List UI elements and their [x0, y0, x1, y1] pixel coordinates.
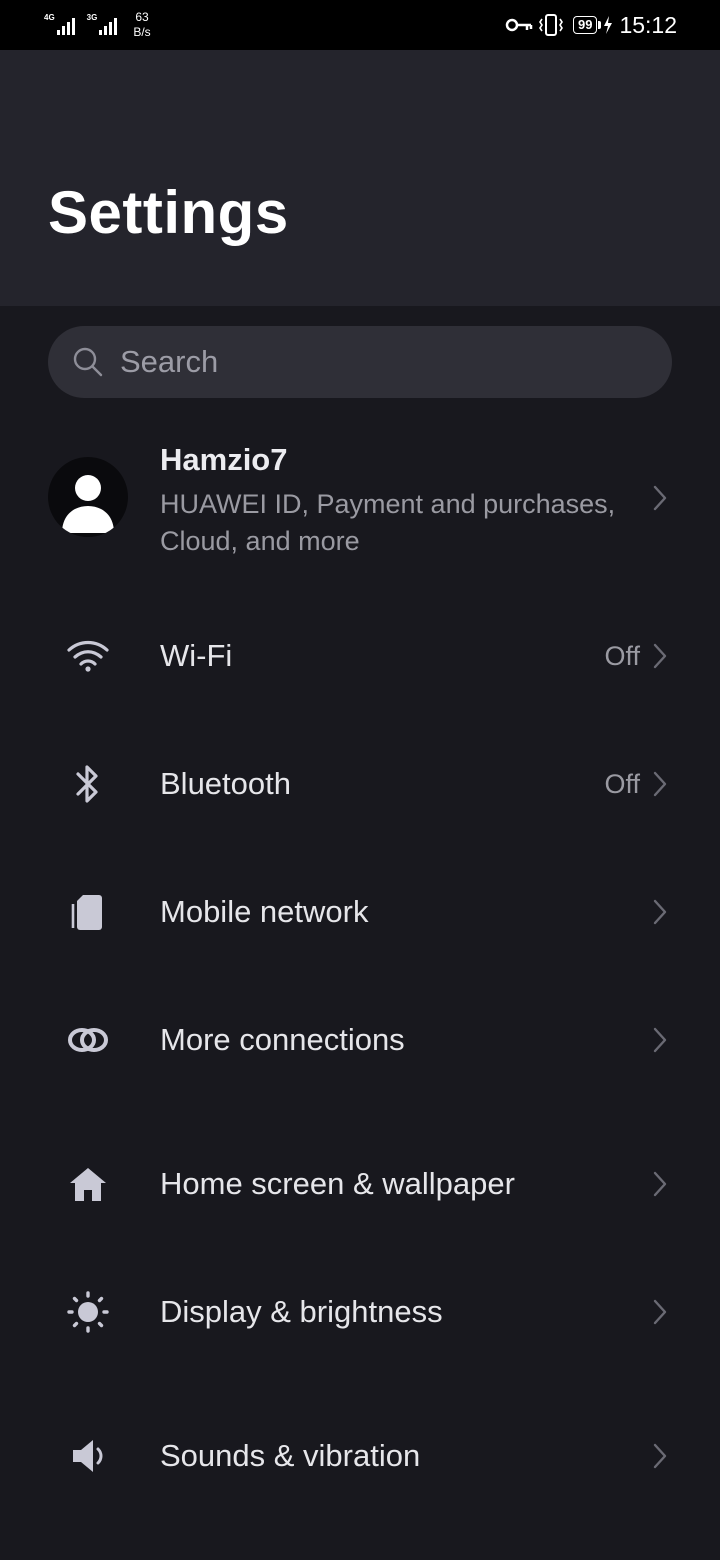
chevron-right-icon	[653, 643, 667, 669]
chevron-right-icon	[653, 1171, 667, 1197]
settings-item-more-connections[interactable]: More connections	[0, 976, 720, 1104]
sim1-signal: 4G	[44, 10, 75, 36]
search-bar[interactable]	[48, 326, 672, 398]
settings-item-label: More connections	[160, 1022, 405, 1057]
avatar	[48, 457, 128, 537]
more-connections-icon	[64, 1020, 112, 1060]
signal-bars-icon	[56, 17, 75, 35]
bluetooth-icon	[64, 764, 112, 804]
sim2-signal: 3G	[87, 10, 118, 36]
page-title: Settings	[48, 179, 289, 246]
settings-item-sounds[interactable]: Sounds & vibration	[0, 1392, 720, 1520]
mobile-network-icon	[64, 892, 112, 932]
settings-item-display[interactable]: Display & brightness	[0, 1248, 720, 1376]
brightness-icon	[64, 1291, 112, 1333]
header: Settings	[0, 50, 720, 306]
battery-level: 99	[572, 16, 598, 34]
search-icon	[73, 347, 103, 377]
chevron-right-icon	[653, 1027, 667, 1053]
settings-item-bluetooth[interactable]: Bluetooth Off	[0, 720, 720, 848]
vibrate-icon	[539, 14, 563, 36]
chevron-right-icon	[653, 899, 667, 925]
speed-value: 63	[135, 10, 149, 24]
settings-item-label: Mobile network	[160, 894, 369, 929]
status-bar: 4G 3G 63 B/s 99 15:12	[0, 0, 720, 50]
settings-item-label: Display & brightness	[160, 1294, 443, 1329]
account-subtitle: HUAWEI ID, Payment and purchases, Cloud,…	[160, 489, 616, 556]
settings-item-value: Off	[604, 641, 640, 671]
vpn-key-icon	[505, 18, 533, 32]
settings-item-label: Wi-Fi	[160, 638, 233, 673]
network-speed: 63 B/s	[133, 10, 150, 40]
user-avatar-icon	[62, 475, 114, 533]
battery-indicator: 99	[572, 16, 613, 34]
status-right: 99 15:12	[505, 11, 677, 39]
home-icon	[64, 1164, 112, 1204]
chevron-right-icon	[653, 1299, 667, 1325]
settings-item-label: Home screen & wallpaper	[160, 1166, 515, 1201]
sim1-label: 4G	[44, 13, 55, 22]
settings-item-wifi[interactable]: Wi-Fi Off	[0, 592, 720, 720]
settings-item-label: Sounds & vibration	[160, 1438, 421, 1473]
chevron-right-icon	[653, 485, 667, 511]
chevron-right-icon	[653, 771, 667, 797]
settings-item-mobile-network[interactable]: Mobile network	[0, 848, 720, 976]
search-input[interactable]	[120, 326, 640, 398]
signal-bars-icon	[99, 17, 118, 35]
chevron-right-icon	[653, 1443, 667, 1469]
account-name: Hamzio7	[160, 442, 288, 477]
speaker-icon	[64, 1436, 112, 1476]
clock: 15:12	[619, 11, 677, 38]
charging-icon	[604, 16, 613, 34]
speed-unit: B/s	[133, 25, 151, 39]
sim2-label: 3G	[86, 13, 98, 22]
settings-item-label: Bluetooth	[160, 766, 291, 801]
settings-item-home-screen[interactable]: Home screen & wallpaper	[0, 1120, 720, 1248]
wifi-icon	[64, 636, 112, 676]
battery-tip	[598, 21, 602, 29]
settings-item-value: Off	[604, 769, 640, 799]
status-left: 4G 3G 63 B/s	[44, 10, 151, 40]
account-row[interactable]: Hamzio7 HUAWEI ID, Payment and purchases…	[0, 420, 720, 580]
